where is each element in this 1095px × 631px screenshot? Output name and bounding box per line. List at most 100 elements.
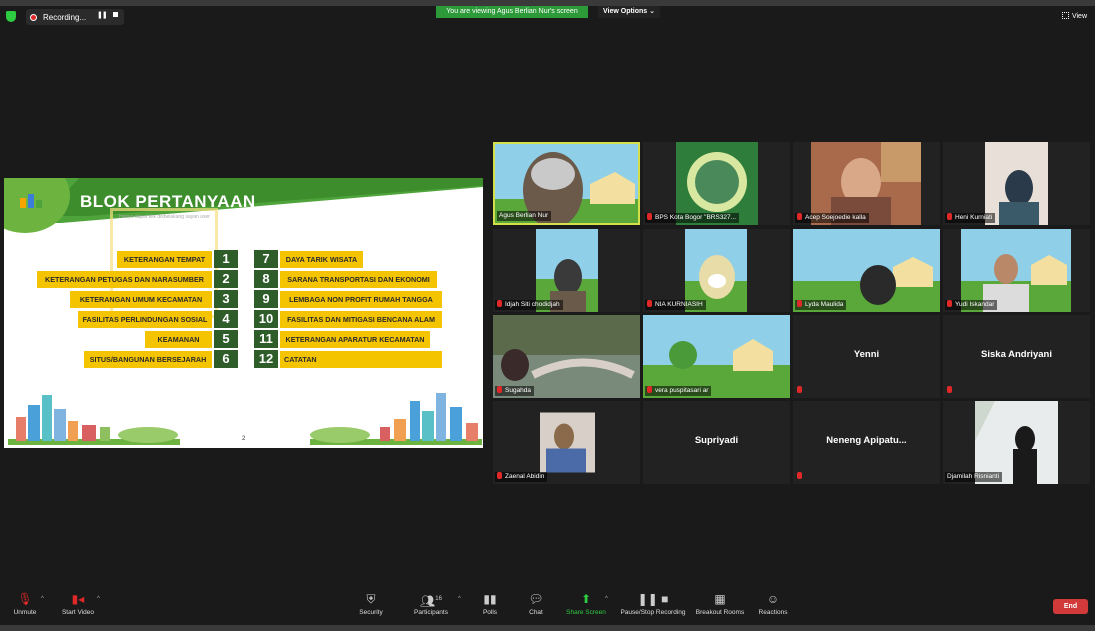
end-meeting-button[interactable]: End bbox=[1053, 599, 1088, 614]
city-illustration-right bbox=[310, 393, 482, 445]
shield-icon[interactable] bbox=[6, 11, 16, 22]
item-number-10: 10 bbox=[254, 310, 278, 328]
view-options-button[interactable]: View Options ⌄ bbox=[598, 6, 660, 18]
item-label-6: SITUS/BANGUNAN BERSEJARAH bbox=[84, 351, 212, 368]
item-label-11: KETERANGAN APARATUR KECAMATAN bbox=[280, 331, 430, 348]
item-number-11: 11 bbox=[254, 330, 278, 348]
participant-name: Acep Soejoedie kalla bbox=[795, 213, 869, 223]
video-options-chevron-icon[interactable]: ^ bbox=[97, 596, 100, 602]
participants-chevron-icon[interactable]: ^ bbox=[458, 596, 461, 602]
zoom-meeting-window: Recording... ❚❚ You are viewing Agus Ber… bbox=[0, 0, 1095, 631]
breakout-rooms-icon: ▦ bbox=[714, 592, 726, 606]
participant-name-bar bbox=[945, 386, 958, 396]
participant-tile[interactable]: Zaenal Abidin bbox=[493, 401, 640, 484]
record-dot-icon bbox=[30, 13, 37, 21]
unmute-button[interactable]: 🎙︎ Unmute bbox=[11, 592, 39, 616]
participant-tile[interactable]: Heni Kurniati bbox=[943, 142, 1090, 225]
item-number-7: 7 bbox=[254, 250, 278, 268]
security-label: Security bbox=[359, 609, 383, 616]
participant-tile[interactable]: Lyda Maulida bbox=[793, 229, 940, 312]
item-number-6: 6 bbox=[214, 350, 238, 368]
unmute-label: Unmute bbox=[13, 609, 37, 616]
participants-button[interactable]: 👥︎16 Participants bbox=[411, 592, 451, 616]
start-video-button[interactable]: ▮◂ Start Video bbox=[58, 592, 98, 616]
participant-name: Lyda Maulida bbox=[795, 300, 847, 310]
shared-screen-slide: BLOK PERTANYAAN Hanya dapat klik disbela… bbox=[4, 178, 483, 448]
stop-recording-icon[interactable] bbox=[113, 12, 118, 17]
pause-recording-label: Pause/Stop Recording bbox=[620, 609, 686, 616]
chat-button[interactable]: 💬︎ Chat bbox=[524, 592, 548, 616]
polls-label: Polls bbox=[482, 609, 498, 616]
item-number-2: 2 bbox=[214, 270, 238, 288]
reactions-icon: ☺︎ bbox=[766, 592, 780, 606]
viewing-banner: You are viewing Agus Berlian Nur's scree… bbox=[436, 6, 588, 18]
participant-tile[interactable]: BPS Kota Bogor "BRS327... bbox=[643, 142, 790, 225]
view-label: View bbox=[1071, 13, 1087, 20]
polls-icon: ▮▮ bbox=[483, 592, 497, 606]
item-label-1: KETERANGAN TEMPAT bbox=[117, 251, 212, 268]
share-screen-icon: ⬆︎ bbox=[580, 592, 592, 606]
video-off-icon: ▮◂ bbox=[71, 592, 85, 606]
participant-name: NIA KURNIASIH bbox=[645, 300, 706, 310]
mic-muted-icon bbox=[947, 300, 952, 307]
audio-options-chevron-icon[interactable]: ^ bbox=[41, 596, 44, 602]
participant-tile[interactable]: Sugahda bbox=[493, 315, 640, 398]
participants-label: Participants bbox=[414, 609, 448, 616]
item-number-4: 4 bbox=[214, 310, 238, 328]
participant-tile[interactable]: Yenni bbox=[793, 315, 940, 398]
item-label-12: CATATAN bbox=[280, 351, 442, 368]
participant-tile[interactable]: vera puspitasari ar bbox=[643, 315, 790, 398]
security-button[interactable]: ⛨ Security bbox=[355, 592, 387, 616]
mic-muted-icon bbox=[947, 386, 952, 393]
mic-muted-icon bbox=[647, 213, 652, 220]
recording-label: Recording... bbox=[43, 12, 87, 22]
reactions-button[interactable]: ☺︎ Reactions bbox=[756, 592, 790, 616]
pause-recording-icon[interactable]: ❚❚ bbox=[97, 11, 108, 19]
participant-name: Yudi Iskandar bbox=[945, 300, 998, 310]
participant-name: Heni Kurniati bbox=[945, 213, 996, 223]
participant-tile[interactable]: Acep Soejoedie kalla bbox=[793, 142, 940, 225]
participant-tile[interactable]: Idjah Siti chodidjah bbox=[493, 229, 640, 312]
pause-stop-recording-button[interactable]: ❚❚ ■ Pause/Stop Recording bbox=[617, 592, 689, 616]
participant-tile[interactable]: NIA KURNIASIH bbox=[643, 229, 790, 312]
chat-icon: 💬︎ bbox=[528, 592, 544, 606]
item-number-8: 8 bbox=[254, 270, 278, 288]
participant-tile[interactable]: Supriyadi bbox=[643, 401, 790, 484]
participant-tile[interactable]: Siska Andriyani bbox=[943, 315, 1090, 398]
participant-name: BPS Kota Bogor "BRS327... bbox=[645, 213, 740, 223]
participant-name: Idjah Siti chodidjah bbox=[495, 300, 563, 310]
participant-name: Agus Berlian Nur bbox=[497, 211, 552, 221]
participants-icon: 👥︎16 bbox=[420, 594, 442, 608]
slide-note: Hanya dapat klik disbelakang sayan user bbox=[119, 214, 210, 220]
view-button[interactable]: View bbox=[1061, 12, 1087, 20]
share-screen-button[interactable]: ⬆︎ Share Screen bbox=[564, 592, 608, 616]
participant-display-name: Neneng Apipatu... bbox=[826, 435, 907, 446]
item-label-3: KETERANGAN UMUM KECAMATAN bbox=[70, 291, 212, 308]
mic-muted-icon: 🎙︎ bbox=[17, 592, 33, 606]
grid-view-icon bbox=[1061, 12, 1069, 19]
breakout-rooms-label: Breakout Rooms bbox=[695, 609, 745, 616]
chat-label: Chat bbox=[529, 609, 543, 616]
bottom-strip bbox=[0, 625, 1095, 631]
video-feed bbox=[540, 412, 595, 473]
participant-tile[interactable]: Djamilah Risnianti bbox=[943, 401, 1090, 484]
item-number-9: 9 bbox=[254, 290, 278, 308]
participant-display-name: Siska Andriyani bbox=[981, 349, 1052, 360]
participant-display-name: Yenni bbox=[853, 349, 880, 360]
item-label-9: LEMBAGA NON PROFIT RUMAH TANGGA bbox=[280, 291, 442, 308]
participant-tile[interactable]: Yudi Iskandar bbox=[943, 229, 1090, 312]
top-bar: Recording... ❚❚ You are viewing Agus Ber… bbox=[0, 0, 1095, 30]
pause-stop-icon: ❚❚ ■ bbox=[637, 592, 669, 606]
item-label-7: DAYA TARIK WISATA bbox=[280, 251, 363, 268]
participant-name-bar bbox=[795, 472, 808, 482]
polls-button[interactable]: ▮▮ Polls bbox=[478, 592, 502, 616]
breakout-rooms-button[interactable]: ▦ Breakout Rooms bbox=[694, 592, 746, 616]
share-options-chevron-icon[interactable]: ^ bbox=[605, 596, 608, 602]
item-label-5: KEAMANAN bbox=[145, 331, 212, 348]
meeting-toolbar: 🎙︎ Unmute ^ ▮◂ Start Video ^ ⛨ Security … bbox=[0, 588, 1095, 625]
participant-tile[interactable]: Agus Berlian Nur bbox=[493, 142, 640, 225]
mic-muted-icon bbox=[647, 300, 652, 307]
mic-muted-icon bbox=[797, 386, 802, 393]
item-number-12: 12 bbox=[254, 350, 278, 368]
participant-tile[interactable]: Neneng Apipatu... bbox=[793, 401, 940, 484]
